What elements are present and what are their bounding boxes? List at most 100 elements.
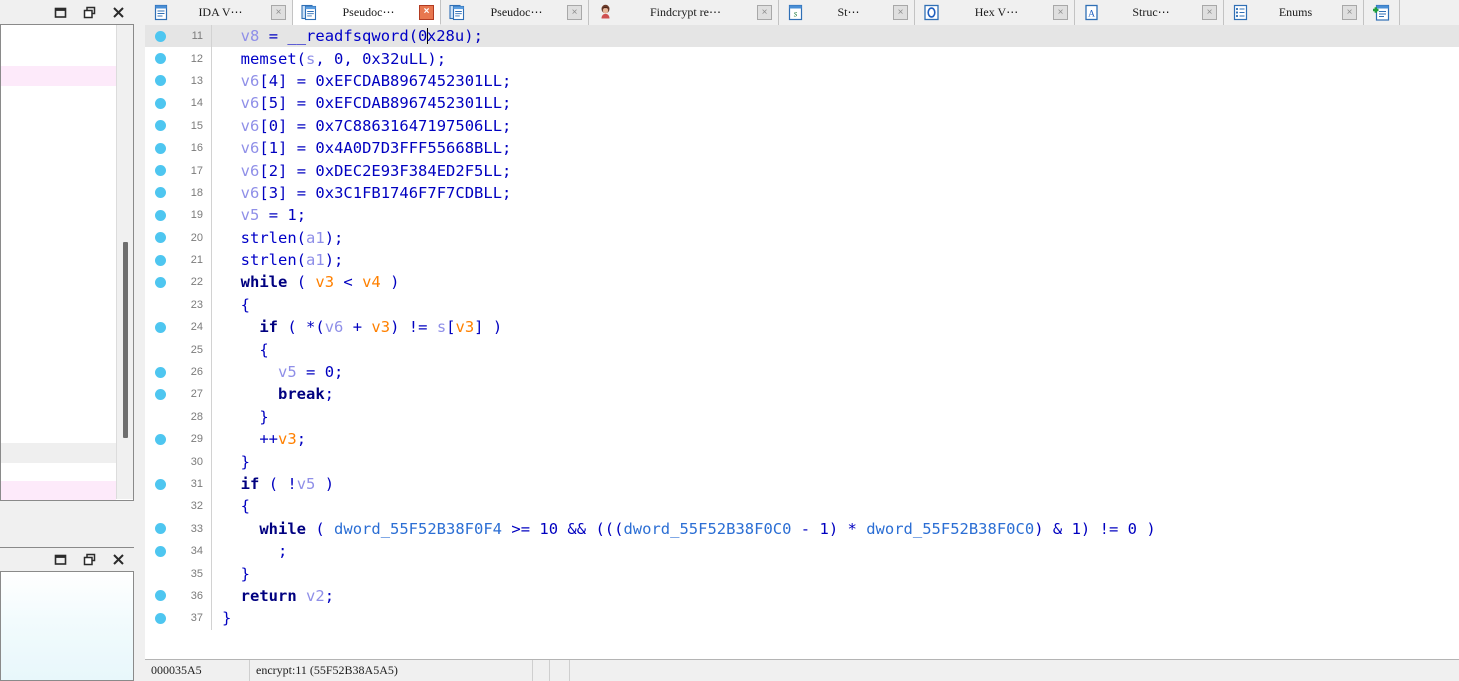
code-line[interactable]: 21 strlen(a1); xyxy=(145,248,1459,272)
statement-marker-icon[interactable] xyxy=(154,478,166,490)
code-line-text[interactable]: return v2; xyxy=(222,587,1459,605)
restore-icon[interactable] xyxy=(53,5,68,20)
statement-marker-icon[interactable] xyxy=(154,523,166,535)
code-line-text[interactable]: v6[4] = 0xEFCDAB8967452301LL; xyxy=(222,72,1459,90)
code-line-text[interactable]: v6[2] = 0xDEC2E93F384ED2F5LL; xyxy=(222,162,1459,180)
list-row-highlighted[interactable] xyxy=(1,481,116,500)
statement-marker-icon[interactable] xyxy=(154,388,166,400)
code-line-text[interactable]: break; xyxy=(222,385,1459,403)
code-line-text[interactable]: { xyxy=(222,341,1459,359)
code-line[interactable]: 35 } xyxy=(145,562,1459,585)
code-line[interactable]: 11 v8 = __readfsqword(0x28u); xyxy=(145,25,1459,48)
new-tab-button[interactable] xyxy=(1364,0,1400,25)
code-line-text[interactable]: ++v3; xyxy=(222,430,1459,448)
code-line-text[interactable]: while ( dword_55F52B38F0F4 >= 10 && (((d… xyxy=(222,520,1459,538)
code-line-text[interactable]: v6[3] = 0x3C1FB1746F7F7CDBLL; xyxy=(222,184,1459,202)
code-line-text[interactable]: ; xyxy=(222,542,1459,560)
code-line[interactable]: 36 return v2; xyxy=(145,584,1459,608)
statement-marker-icon[interactable] xyxy=(154,53,166,65)
code-line[interactable]: 18 v6[3] = 0x3C1FB1746F7F7CDBLL; xyxy=(145,181,1459,205)
code-line-text[interactable]: } xyxy=(222,609,1459,627)
code-line[interactable]: 29 ++v3; xyxy=(145,428,1459,451)
code-line-text[interactable]: v8 = __readfsqword(0x28u); xyxy=(222,27,1459,45)
code-line-text[interactable]: if ( *(v6 + v3) != s[v3] ) xyxy=(222,318,1459,336)
code-line-text[interactable]: } xyxy=(222,565,1459,583)
code-line[interactable]: 25 { xyxy=(145,338,1459,361)
statement-marker-icon[interactable] xyxy=(154,232,166,244)
code-line[interactable]: 26 v5 = 0; xyxy=(145,360,1459,384)
code-line[interactable]: 20 strlen(a1); xyxy=(145,226,1459,249)
code-line-text[interactable]: v6[0] = 0x7C88631647197506LL; xyxy=(222,117,1459,135)
statement-marker-icon[interactable] xyxy=(154,209,166,221)
maximize-icon[interactable] xyxy=(82,552,97,567)
statement-marker-icon[interactable] xyxy=(154,254,166,266)
code-line[interactable]: 16 v6[1] = 0x4A0D7D3FFF55668BLL; xyxy=(145,136,1459,160)
code-line[interactable]: 33 while ( dword_55F52B38F0F4 >= 10 && (… xyxy=(145,517,1459,540)
code-line[interactable]: 27 break; xyxy=(145,383,1459,406)
statement-marker-icon[interactable] xyxy=(154,165,166,177)
code-line[interactable]: 32 { xyxy=(145,495,1459,518)
tab-pseudocode-a[interactable]: Pseudoc⋯ × xyxy=(293,0,441,25)
code-line-text[interactable]: while ( v3 < v4 ) xyxy=(222,273,1459,291)
tab-enums[interactable]: Enums × xyxy=(1224,0,1364,25)
restore-icon[interactable] xyxy=(53,552,68,567)
statement-marker-icon[interactable] xyxy=(154,120,166,132)
code-line[interactable]: 24 if ( *(v6 + v3) != s[v3] ) xyxy=(145,316,1459,339)
statement-marker-icon[interactable] xyxy=(154,545,166,557)
tab-pseudocode-b[interactable]: Pseudoc⋯ × xyxy=(441,0,589,25)
statement-marker-icon[interactable] xyxy=(154,142,166,154)
code-line-text[interactable]: v5 = 0; xyxy=(222,363,1459,381)
tab-close-button[interactable]: × xyxy=(419,4,434,20)
statement-marker-icon[interactable] xyxy=(154,75,166,87)
statement-marker-icon[interactable] xyxy=(154,612,166,624)
maximize-icon[interactable] xyxy=(82,5,97,20)
tab-ida-view[interactable]: IDA V⋯ × xyxy=(145,0,293,25)
statement-marker-icon[interactable] xyxy=(154,321,166,333)
statement-marker-icon[interactable] xyxy=(154,276,166,288)
code-line[interactable]: 23 { xyxy=(145,293,1459,317)
statement-marker-icon[interactable] xyxy=(154,366,166,378)
code-line[interactable]: 15 v6[0] = 0x7C88631647197506LL; xyxy=(145,114,1459,137)
code-line[interactable]: 19 v5 = 1; xyxy=(145,204,1459,227)
statement-marker-icon[interactable] xyxy=(154,30,166,42)
tab-strings[interactable]: s St⋯ × xyxy=(779,0,915,25)
code-line[interactable]: 34 ; xyxy=(145,539,1459,563)
list-row-highlighted[interactable] xyxy=(1,66,116,86)
background-window-bottom-titlebar[interactable] xyxy=(0,547,134,572)
code-line[interactable]: 37} xyxy=(145,607,1459,630)
code-line-text[interactable]: memset(s, 0, 0x32uLL); xyxy=(222,50,1459,68)
code-line-text[interactable]: strlen(a1); xyxy=(222,251,1459,269)
code-line-text[interactable]: { xyxy=(222,497,1459,515)
code-line-text[interactable]: v5 = 1; xyxy=(222,206,1459,224)
code-line[interactable]: 17 v6[2] = 0xDEC2E93F384ED2F5LL; xyxy=(145,159,1459,182)
code-line-text[interactable]: v6[1] = 0x4A0D7D3FFF55668BLL; xyxy=(222,139,1459,157)
tab-close-button[interactable]: × xyxy=(1202,5,1217,20)
code-line[interactable]: 12 memset(s, 0, 0x32uLL); xyxy=(145,47,1459,70)
code-line-text[interactable]: v6[5] = 0xEFCDAB8967452301LL; xyxy=(222,94,1459,112)
background-window-top-titlebar[interactable] xyxy=(0,0,134,25)
tab-structures[interactable]: A Struc⋯ × xyxy=(1075,0,1224,25)
code-line-text[interactable]: } xyxy=(222,408,1459,426)
tab-close-button[interactable]: × xyxy=(1342,5,1357,20)
list-row-alt[interactable] xyxy=(1,443,116,463)
code-line[interactable]: 14 v6[5] = 0xEFCDAB8967452301LL; xyxy=(145,92,1459,115)
code-line[interactable]: 30 } xyxy=(145,450,1459,473)
tab-findcrypt-results[interactable]: Findcrypt re⋯ × xyxy=(589,0,779,25)
close-icon[interactable] xyxy=(111,5,126,20)
code-line-text[interactable]: { xyxy=(222,296,1459,314)
code-line-text[interactable]: if ( !v5 ) xyxy=(222,475,1459,493)
statement-marker-icon[interactable] xyxy=(154,433,166,445)
statement-marker-icon[interactable] xyxy=(154,590,166,602)
pseudocode-editor[interactable]: 11 v8 = __readfsqword(0x28u); 12 memset(s… xyxy=(145,25,1459,659)
statement-marker-icon[interactable] xyxy=(154,187,166,199)
tab-close-button[interactable]: × xyxy=(1053,5,1068,20)
tab-close-button[interactable]: × xyxy=(893,5,908,20)
vertical-scrollbar-track[interactable] xyxy=(116,25,133,499)
code-line[interactable]: 22 while ( v3 < v4 ) xyxy=(145,271,1459,294)
tab-close-button[interactable]: × xyxy=(567,5,582,20)
tab-close-button[interactable]: × xyxy=(757,5,772,20)
tab-close-button[interactable]: × xyxy=(271,5,286,20)
code-line[interactable]: 31 if ( !v5 ) xyxy=(145,472,1459,496)
vertical-scrollbar-thumb[interactable] xyxy=(123,242,128,438)
tab-hex-view[interactable]: Hex V⋯ × xyxy=(915,0,1075,25)
